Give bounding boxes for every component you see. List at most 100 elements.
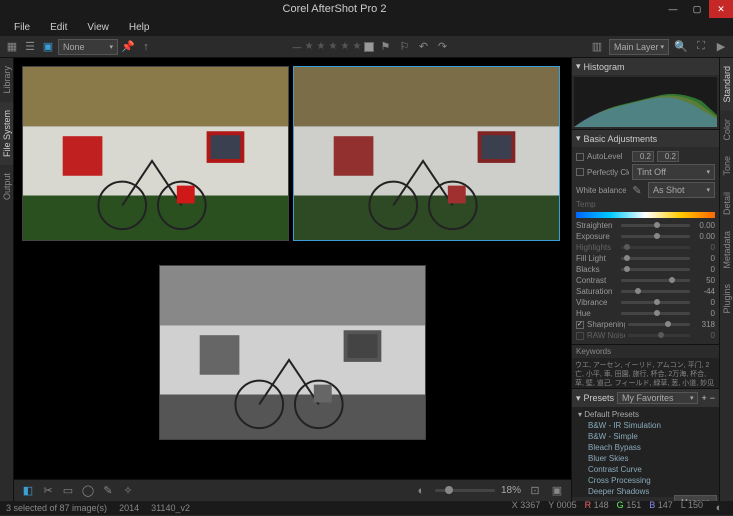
tag-icon[interactable]: ⚐	[396, 39, 412, 55]
canvas[interactable]	[14, 58, 571, 479]
eyedropper-icon[interactable]: ✎	[629, 182, 645, 198]
list-view-icon[interactable]: ☰	[22, 39, 38, 55]
highlights-label: Highlights	[576, 243, 618, 252]
vibrance-slider[interactable]	[621, 301, 690, 304]
g-val: 151	[626, 500, 641, 510]
rawnoise-checkbox[interactable]	[576, 332, 584, 340]
image-view-icon[interactable]: ▣	[40, 39, 56, 55]
sharp-checkbox[interactable]	[576, 321, 584, 329]
presets-dropdown[interactable]: My Favorites ▾	[617, 392, 698, 404]
preset-item[interactable]: B&W - Simple	[574, 431, 717, 442]
menu-edit[interactable]: Edit	[40, 20, 77, 35]
tab-file-system[interactable]: File System	[0, 102, 13, 165]
rtab-tone[interactable]: Tone	[720, 148, 733, 184]
minimize-button[interactable]: —	[661, 0, 685, 18]
rtab-metadata[interactable]: Metadata	[720, 223, 733, 277]
image-thumb-2[interactable]	[293, 66, 560, 241]
contrast-slider[interactable]	[621, 279, 690, 282]
tab-library[interactable]: Library	[0, 58, 13, 102]
zoom-slider[interactable]	[435, 489, 495, 492]
undo-icon[interactable]: ↶	[415, 39, 431, 55]
adjustments-header[interactable]: ▾ Basic Adjustments	[572, 130, 719, 147]
color-label[interactable]	[364, 42, 374, 52]
actual-icon[interactable]: ▣	[549, 483, 565, 499]
circle-icon[interactable]: ◯	[80, 483, 96, 499]
menu-view[interactable]: View	[77, 20, 119, 35]
contrast-label: Contrast	[576, 276, 618, 285]
pin-icon[interactable]: 📌	[120, 39, 136, 55]
wb-mode-dropdown[interactable]: As Shot ▾	[648, 182, 715, 198]
preset-item[interactable]: Bluer Skies	[574, 453, 717, 464]
rtab-plugins[interactable]: Plugins	[720, 276, 733, 322]
rawnoise-val: 0	[693, 331, 715, 340]
autolevel-checkbox[interactable]	[576, 153, 584, 161]
layer-dropdown[interactable]: Main Layer ▾	[609, 39, 669, 55]
zoom-value: 18%	[501, 485, 521, 496]
preset-tree[interactable]: ▾ Default Presets B&W - IR SimulationB&W…	[572, 407, 719, 497]
saturation-slider[interactable]	[621, 290, 690, 293]
flag-icon[interactable]: ⚑	[377, 39, 393, 55]
hue-slider[interactable]	[621, 312, 690, 315]
rawnoise-slider[interactable]	[628, 334, 690, 337]
menu-help[interactable]: Help	[119, 20, 160, 35]
close-button[interactable]: ✕	[709, 0, 733, 18]
menu-file[interactable]: File	[4, 20, 40, 35]
tab-output[interactable]: Output	[0, 165, 13, 208]
maximize-button[interactable]: ▢	[685, 0, 709, 18]
rtab-detail[interactable]: Detail	[720, 184, 733, 223]
rtab-standard[interactable]: Standard	[720, 58, 733, 111]
histogram-title: Histogram	[584, 62, 625, 72]
star-5[interactable]: ★	[352, 41, 361, 52]
redo-icon[interactable]: ↷	[434, 39, 450, 55]
autolevel-v1[interactable]	[632, 151, 654, 162]
star-4[interactable]: ★	[340, 41, 349, 52]
layers-icon[interactable]: ▥	[589, 39, 605, 55]
preset-item[interactable]: B&W - IR Simulation	[574, 420, 717, 431]
brush-icon[interactable]: ✎	[100, 483, 116, 499]
filllight-slider[interactable]	[621, 257, 690, 260]
vibrance-label: Vibrance	[576, 298, 618, 307]
keywords-text[interactable]: ウエ, アーセン, イーリド, アムコン, 平门, 2亡, 小平, 車, 田園,…	[572, 358, 719, 388]
status-icon[interactable]: ◐	[711, 500, 727, 516]
fullscreen-icon[interactable]: ⛶	[693, 39, 709, 55]
status-file: 31140_v2	[151, 503, 190, 513]
search-icon[interactable]: 🔍	[673, 39, 689, 55]
crop-tool-icon[interactable]: ◧	[20, 483, 36, 499]
pc-mode-dropdown[interactable]: Tint Off ▾	[632, 164, 715, 180]
preset-item[interactable]: Cross Processing	[574, 475, 717, 486]
pc-checkbox[interactable]	[576, 168, 584, 176]
status-x: X 3367	[512, 500, 541, 516]
straighten-slider[interactable]	[621, 224, 690, 227]
preset-item[interactable]: Bleach Bypass	[574, 442, 717, 453]
select-icon[interactable]: ✂	[40, 483, 56, 499]
star-3[interactable]: ★	[329, 41, 338, 52]
bottom-toolbar: ◧ ✂ ▭ ◯ ✎ ✧ ◐ 18% ⊡ ▣	[14, 479, 571, 501]
histogram-header[interactable]: ▾ Histogram	[572, 58, 719, 75]
rtab-color[interactable]: Color	[720, 111, 733, 149]
image-thumb-3[interactable]	[159, 265, 426, 440]
fit-icon[interactable]: ⊡	[527, 483, 543, 499]
zoom-slider-thumb[interactable]	[445, 486, 453, 494]
blacks-slider[interactable]	[621, 268, 690, 271]
toggle-panel-icon[interactable]: ▶	[713, 39, 729, 55]
highlights-slider[interactable]	[621, 246, 690, 249]
sort-icon[interactable]: ↑	[138, 39, 154, 55]
exposure-slider[interactable]	[621, 235, 690, 238]
temp-gradient[interactable]	[576, 212, 715, 218]
sharp-slider[interactable]	[628, 323, 690, 326]
presets-header[interactable]: ▾ Presets My Favorites ▾ + −	[572, 389, 719, 407]
preset-folder[interactable]: ▾ Default Presets	[574, 409, 717, 420]
add-preset-icon[interactable]: +	[701, 393, 706, 403]
star-1[interactable]: ★	[305, 41, 314, 52]
preset-item[interactable]: Contrast Curve	[574, 464, 717, 475]
zoom-handle-icon[interactable]: ◐	[413, 483, 429, 499]
remove-preset-icon[interactable]: −	[710, 393, 715, 403]
image-thumb-1[interactable]	[22, 66, 289, 241]
pc-mode: Tint Off	[637, 167, 666, 177]
wand-icon[interactable]: ✧	[120, 483, 136, 499]
autolevel-v2[interactable]	[657, 151, 679, 162]
star-2[interactable]: ★	[317, 41, 326, 52]
rect-icon[interactable]: ▭	[60, 483, 76, 499]
grid-view-icon[interactable]: ▦	[4, 39, 20, 55]
filter-dropdown[interactable]: None ▾	[58, 39, 118, 55]
